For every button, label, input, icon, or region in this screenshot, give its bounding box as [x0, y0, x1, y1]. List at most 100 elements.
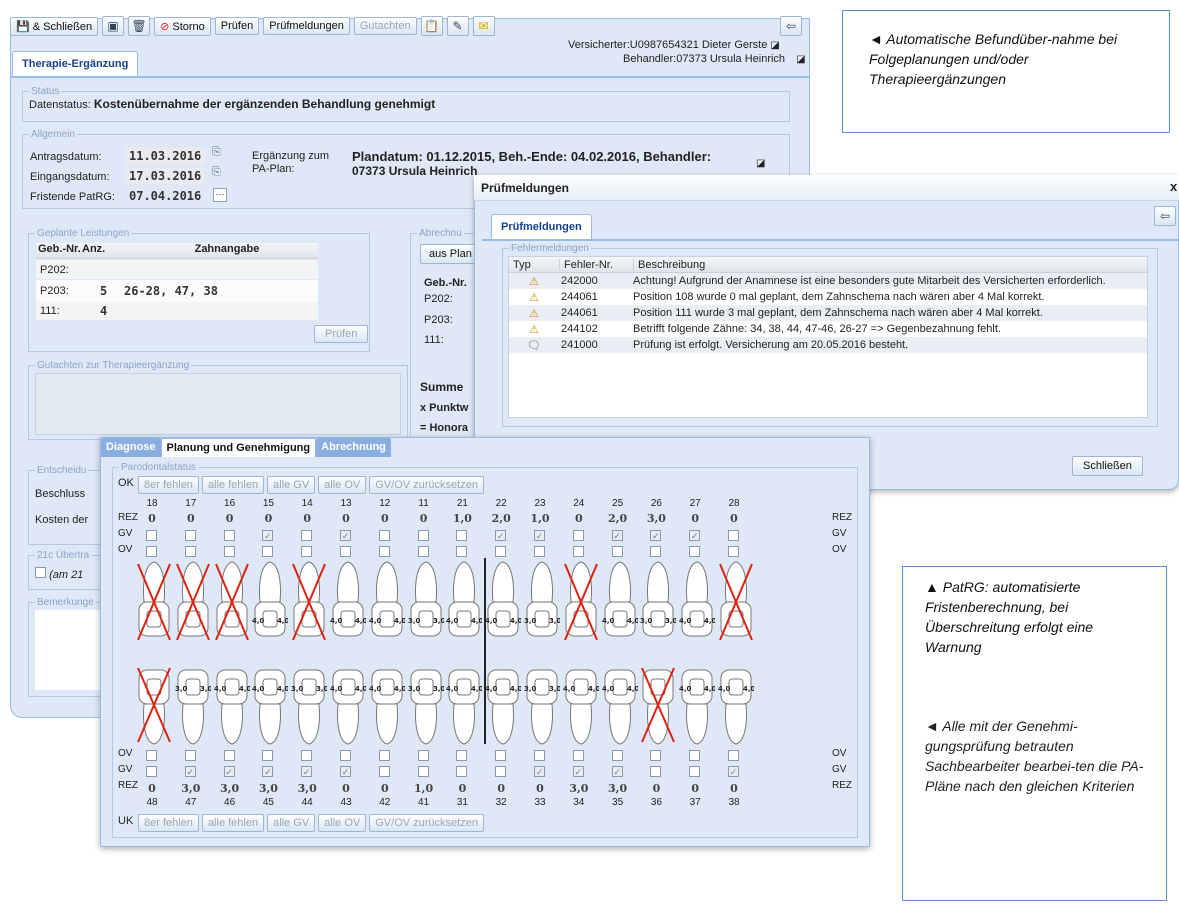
gv-checkbox[interactable] — [223, 530, 235, 541]
ov-checkbox[interactable] — [301, 750, 313, 761]
ov-checkbox[interactable] — [417, 546, 429, 557]
expertise-textarea[interactable] — [35, 373, 401, 435]
messages-button[interactable]: Prüfmeldungen — [263, 17, 350, 35]
tab-planning[interactable]: Planung und Genehmigung — [160, 438, 317, 457]
open-icon[interactable]: ◪ — [796, 54, 805, 65]
open-icon[interactable]: ◪ — [770, 40, 779, 51]
gv-checkbox[interactable] — [650, 530, 662, 541]
gv-checkbox[interactable] — [184, 530, 196, 541]
message-row[interactable]: 🗨 241000 Prüfung ist erfolgt. Versicheru… — [509, 337, 1147, 353]
copy-icon[interactable]: ⎘ — [212, 146, 221, 159]
dialog-close-button[interactable]: Schließen — [1072, 456, 1143, 476]
tab-check-messages[interactable]: Prüfmeldungen — [491, 214, 592, 239]
gv-checkbox[interactable] — [534, 766, 545, 777]
upper-tooth[interactable] — [175, 560, 211, 652]
copy-icon[interactable]: ⎘ — [212, 166, 221, 179]
gv-checkbox[interactable] — [262, 766, 274, 777]
upper-tooth[interactable] — [136, 560, 172, 652]
message-row[interactable]: ⚠ 244061 Position 111 wurde 3 mal geplan… — [509, 305, 1147, 321]
missing-8-upper-button[interactable]: 8er fehlen — [138, 476, 199, 494]
upper-tooth[interactable]: 3,0 3,0 — [408, 560, 445, 652]
gv-checkbox[interactable] — [301, 766, 313, 777]
upper-tooth[interactable]: 3,0 3,0 — [640, 560, 678, 652]
gv-checkbox[interactable] — [728, 530, 739, 541]
upper-tooth[interactable]: 3,0 3,0 — [524, 560, 562, 652]
ov-checkbox[interactable] — [184, 546, 196, 557]
all-gv-lower-button[interactable]: alle GV — [267, 814, 316, 832]
ov-checkbox[interactable] — [572, 750, 584, 761]
tab-diagnosis[interactable]: Diagnose — [101, 438, 161, 457]
lower-tooth[interactable]: 4,0 4,0 — [602, 654, 639, 746]
calendar-button[interactable]: ··· — [213, 188, 227, 202]
gv-checkbox[interactable] — [340, 530, 351, 541]
ov-checkbox[interactable] — [534, 750, 545, 761]
gv-checkbox[interactable] — [146, 766, 157, 777]
ov-checkbox[interactable] — [495, 750, 507, 761]
gv-checkbox[interactable] — [650, 766, 662, 777]
clipboard-button[interactable]: 📋 — [420, 16, 443, 36]
lower-tooth[interactable]: 3,0 3,0 — [524, 654, 562, 746]
ov-checkbox[interactable] — [340, 546, 351, 557]
reset-lower-button[interactable]: GV/OV zurücksetzen — [369, 814, 484, 832]
all-missing-upper-button[interactable]: alle fehlen — [201, 476, 265, 494]
upper-tooth[interactable] — [214, 560, 250, 652]
lower-tooth[interactable]: 3,0 3,0 — [408, 654, 445, 746]
upper-tooth[interactable]: 4,0 4,0 — [369, 560, 406, 652]
upper-tooth[interactable]: 4,0 4,0 — [485, 560, 523, 652]
gv-checkbox[interactable] — [611, 766, 623, 777]
gv-checkbox[interactable] — [146, 530, 157, 541]
gv-checkbox[interactable] — [378, 530, 390, 541]
check-button[interactable]: Prüfen — [214, 17, 260, 35]
save-close-button[interactable]: 💾 & Schließen — [10, 16, 99, 36]
upper-tooth[interactable]: 4,0 4,0 — [252, 560, 290, 652]
all-ov-lower-button[interactable]: alle OV — [318, 814, 367, 832]
ov-checkbox[interactable] — [689, 750, 701, 761]
upper-tooth[interactable] — [563, 560, 599, 652]
ov-checkbox[interactable] — [378, 546, 390, 557]
lower-tooth[interactable] — [136, 654, 172, 746]
gv-checkbox[interactable] — [495, 530, 507, 541]
from-plan-button[interactable]: aus Plan — [420, 244, 481, 264]
ov-checkbox[interactable] — [572, 546, 584, 557]
planned-row[interactable]: P203: 5 26-28, 47, 38 — [36, 280, 318, 302]
ov-checkbox[interactable] — [534, 546, 545, 557]
upper-tooth[interactable]: 4,0 4,0 — [446, 560, 484, 652]
ov-checkbox[interactable] — [456, 546, 468, 557]
lower-tooth[interactable]: 4,0 4,0 — [214, 654, 251, 746]
gv-checkbox[interactable] — [378, 766, 390, 777]
message-row[interactable]: ⚠ 244102 Betrifft folgende Zähne: 34, 38… — [509, 321, 1147, 337]
ov-checkbox[interactable] — [417, 750, 429, 761]
gv-checkbox[interactable] — [417, 766, 429, 777]
ov-checkbox[interactable] — [223, 750, 235, 761]
gv-checkbox[interactable] — [223, 766, 235, 777]
ov-checkbox[interactable] — [728, 546, 739, 557]
lower-tooth[interactable]: 4,0 4,0 — [563, 654, 600, 746]
dialog-close-x[interactable]: x — [1170, 179, 1177, 194]
gv-checkbox[interactable] — [728, 766, 739, 777]
gv-checkbox[interactable] — [534, 530, 545, 541]
ov-checkbox[interactable] — [301, 546, 313, 557]
reports-button[interactable]: Gutachten — [353, 17, 417, 35]
lower-tooth[interactable]: 4,0 4,0 — [485, 654, 523, 746]
cancel-button[interactable]: ⊘ Storno — [154, 16, 211, 36]
upper-tooth[interactable]: 4,0 4,0 — [330, 560, 368, 652]
gv-checkbox[interactable] — [689, 766, 701, 777]
open-plan-icon[interactable]: ◪ — [756, 158, 765, 169]
gv-checkbox[interactable] — [456, 766, 468, 777]
ov-checkbox[interactable] — [378, 750, 390, 761]
ov-checkbox[interactable] — [689, 546, 701, 557]
all-ov-upper-button[interactable]: alle OV — [318, 476, 367, 494]
transfer-checkbox[interactable] — [35, 567, 46, 578]
dialog-titlebar[interactable] — [474, 175, 1179, 201]
upper-tooth[interactable] — [291, 560, 327, 652]
ov-checkbox[interactable] — [611, 750, 623, 761]
upper-tooth[interactable] — [718, 560, 754, 652]
lower-tooth[interactable]: 4,0 4,0 — [369, 654, 406, 746]
ov-checkbox[interactable] — [262, 546, 274, 557]
ov-checkbox[interactable] — [340, 750, 351, 761]
gv-checkbox[interactable] — [184, 766, 196, 777]
all-missing-lower-button[interactable]: alle fehlen — [201, 814, 265, 832]
upper-tooth[interactable]: 4,0 4,0 — [679, 560, 717, 652]
missing-8-lower-button[interactable]: 8er fehlen — [138, 814, 199, 832]
lower-tooth[interactable]: 3,0 3,0 — [175, 654, 212, 746]
